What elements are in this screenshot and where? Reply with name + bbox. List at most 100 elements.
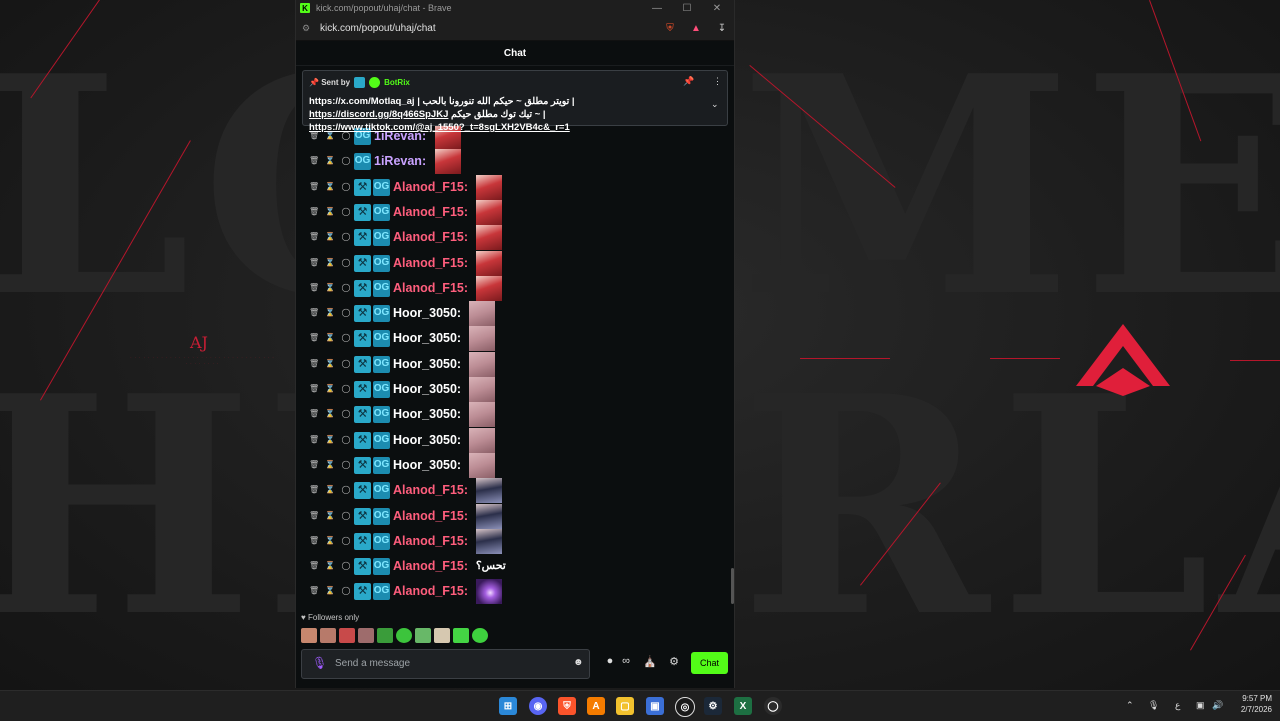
clock-time[interactable]: 9:57 PM xyxy=(1236,694,1272,703)
username[interactable]: Hoor_3050: xyxy=(393,331,461,345)
username[interactable]: Hoor_3050: xyxy=(393,407,461,421)
ban-icon[interactable]: ◯ xyxy=(341,409,351,418)
microphone-icon[interactable]: 🎙 xyxy=(312,656,327,670)
emote-icon[interactable] xyxy=(472,628,488,643)
chat-message[interactable]: 🗑 ⌛ ◯ Hoor_3050: xyxy=(296,452,716,478)
chat-message[interactable]: 🗑 ⌛ ◯ Alanod_F15: xyxy=(296,174,716,200)
chevron-up-icon[interactable]: ⌃ xyxy=(1126,700,1134,711)
app-circle-icon[interactable]: ◯ xyxy=(764,697,782,715)
emote-icon[interactable] xyxy=(358,628,374,643)
app-a-icon[interactable]: A xyxy=(587,697,605,715)
trash-icon[interactable]: 🗑 xyxy=(309,511,319,520)
ban-icon[interactable]: ◯ xyxy=(341,384,351,393)
brave-icon[interactable]: ⛨ xyxy=(558,697,576,715)
ban-icon[interactable]: ◯ xyxy=(341,156,351,165)
username[interactable]: Alanod_F15: xyxy=(393,584,468,598)
timeout-icon[interactable]: ⌛ xyxy=(325,384,335,393)
chat-message[interactable]: 🗑 ⌛ ◯ Hoor_3050: xyxy=(296,377,716,402)
ban-icon[interactable]: ◯ xyxy=(341,460,351,469)
pinned-message[interactable]: 📌 Sent by BotRix 📌 ⋮ ⌄ https://x.com/Mot… xyxy=(302,70,728,133)
timeout-icon[interactable]: ⌛ xyxy=(325,156,335,165)
username[interactable]: Alanod_F15: xyxy=(393,534,468,548)
ban-icon[interactable]: ◯ xyxy=(341,485,351,494)
chat-message[interactable]: 🗑 ⌛ ◯ Alanod_F15: تحس؟ xyxy=(296,554,716,579)
ban-icon[interactable]: ◯ xyxy=(341,586,351,595)
chat-message[interactable]: 🗑 ⌛ ◯ Alanod_F15: xyxy=(296,478,716,504)
username[interactable]: Hoor_3050: xyxy=(393,306,461,320)
chat-message[interactable]: 🗑 ⌛ ◯ Hoor_3050: xyxy=(296,351,716,377)
pinned-sender[interactable]: BotRix xyxy=(384,78,410,87)
trash-icon[interactable]: 🗑 xyxy=(309,156,319,165)
chat-message[interactable]: 🗑 ⌛ ◯ Alanod_F15: xyxy=(296,503,716,529)
timeout-icon[interactable]: ⌛ xyxy=(325,536,335,545)
username[interactable]: Hoor_3050: xyxy=(393,433,461,447)
emote-icon[interactable] xyxy=(339,628,355,643)
store-icon[interactable]: ⛪ xyxy=(642,655,658,668)
gear-icon[interactable]: ⚙ xyxy=(666,655,682,668)
kicks-icon[interactable]: ● xyxy=(602,655,618,667)
trash-icon[interactable]: 🗑 xyxy=(309,561,319,570)
timeout-icon[interactable]: ⌛ xyxy=(325,460,335,469)
username[interactable]: Alanod_F15: xyxy=(393,559,468,573)
file-explorer-icon[interactable]: ▢ xyxy=(616,697,634,715)
timeout-icon[interactable]: ⌛ xyxy=(325,308,335,317)
ban-icon[interactable]: ◯ xyxy=(341,232,351,241)
username[interactable]: Alanod_F15: xyxy=(393,509,468,523)
timeout-icon[interactable]: ⌛ xyxy=(325,511,335,520)
chat-message[interactable]: 🗑 ⌛ ◯ Alanod_F15: xyxy=(296,528,716,554)
timeout-icon[interactable]: ⌛ xyxy=(325,182,335,191)
username[interactable]: Hoor_3050: xyxy=(393,382,461,396)
username[interactable]: Alanod_F15: xyxy=(393,230,468,244)
trash-icon[interactable]: 🗑 xyxy=(309,207,319,216)
ban-icon[interactable]: ◯ xyxy=(341,359,351,368)
tiktok-link[interactable]: https://www.tiktok.com/@aj_1550?_t=8sgLX… xyxy=(309,122,570,133)
emote-icon[interactable] xyxy=(434,628,450,643)
timeout-icon[interactable]: ⌛ xyxy=(325,359,335,368)
username[interactable]: Hoor_3050: xyxy=(393,458,461,472)
emote-icon[interactable] xyxy=(377,628,393,643)
ban-icon[interactable]: ◯ xyxy=(341,308,351,317)
microphone-tray-icon[interactable]: 🎙 xyxy=(1148,700,1159,711)
steam-icon[interactable]: ⚙ xyxy=(704,697,722,715)
ban-icon[interactable]: ◯ xyxy=(341,511,351,520)
trash-icon[interactable]: 🗑 xyxy=(309,435,319,444)
infinity-icon[interactable]: ∞ xyxy=(618,655,634,667)
emoji-icon[interactable]: ☻ xyxy=(573,657,584,668)
ban-icon[interactable]: ◯ xyxy=(341,561,351,570)
trash-icon[interactable]: 🗑 xyxy=(309,258,319,267)
timeout-icon[interactable]: ⌛ xyxy=(325,283,335,292)
timeout-icon[interactable]: ⌛ xyxy=(325,435,335,444)
chat-message[interactable]: 🗑 ⌛ ◯ 1iRevan: xyxy=(296,149,716,175)
site-settings-icon[interactable]: ⚙ xyxy=(302,23,314,34)
emote-icon[interactable] xyxy=(320,628,336,643)
username[interactable]: Alanod_F15: xyxy=(393,256,468,270)
chat-message[interactable]: 🗑 ⌛ ◯ Alanod_F15: xyxy=(296,275,716,301)
trash-icon[interactable]: 🗑 xyxy=(309,232,319,241)
address-bar[interactable]: ⚙ kick.com/popout/uhaj/chat ⛨ ▲ ↧ xyxy=(296,16,734,41)
obs-icon[interactable]: ◎ xyxy=(675,697,695,717)
ban-icon[interactable]: ◯ xyxy=(341,207,351,216)
trash-icon[interactable]: 🗑 xyxy=(309,536,319,545)
emote-icon[interactable] xyxy=(415,628,431,643)
app-icon[interactable]: ▣ xyxy=(646,697,664,715)
input-language[interactable]: ع xyxy=(1175,700,1180,711)
url-text[interactable]: kick.com/popout/uhaj/chat xyxy=(320,23,436,34)
emote-icon[interactable] xyxy=(453,628,469,643)
brave-shield-icon[interactable]: ⛨ xyxy=(662,20,678,36)
timeout-icon[interactable]: ⌛ xyxy=(325,333,335,342)
timeout-icon[interactable]: ⌛ xyxy=(325,207,335,216)
chevron-down-icon[interactable]: ⌄ xyxy=(711,99,719,110)
username[interactable]: Alanod_F15: xyxy=(393,483,468,497)
ban-icon[interactable]: ◯ xyxy=(341,283,351,292)
username[interactable]: Alanod_F15: xyxy=(393,281,468,295)
chat-message[interactable]: 🗑 ⌛ ◯ Alanod_F15: xyxy=(296,250,716,276)
ban-icon[interactable]: ◯ xyxy=(341,536,351,545)
timeout-icon[interactable]: ⌛ xyxy=(325,561,335,570)
close-icon[interactable]: ✕ xyxy=(702,0,732,16)
ban-icon[interactable]: ◯ xyxy=(341,333,351,342)
discord-link[interactable]: https://discord.gg/8q466SpJKJ xyxy=(309,109,448,120)
username[interactable]: Alanod_F15: xyxy=(393,180,468,194)
brave-rewards-icon[interactable]: ▲ xyxy=(688,20,704,36)
trash-icon[interactable]: 🗑 xyxy=(309,409,319,418)
volume-icon[interactable]: 🔊 xyxy=(1212,700,1223,711)
